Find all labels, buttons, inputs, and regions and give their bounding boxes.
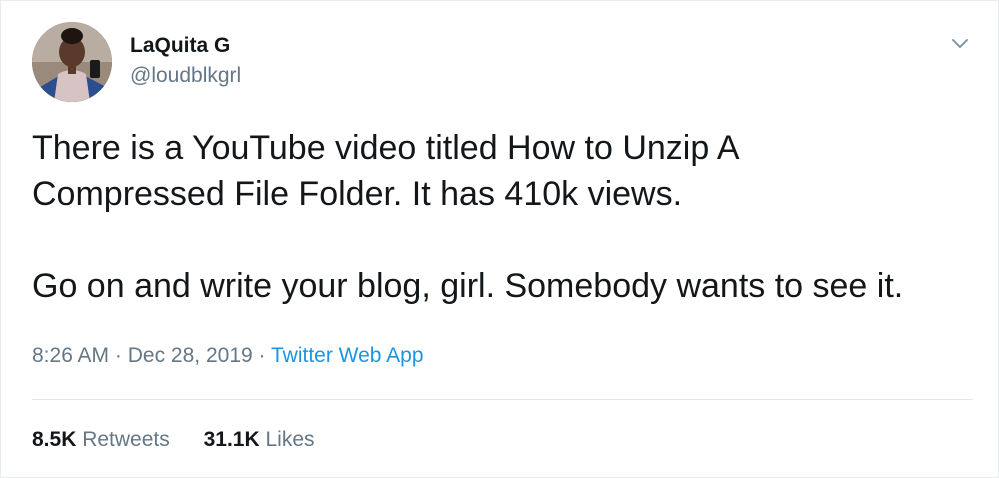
likes-label: Likes — [265, 428, 315, 451]
meta-separator: · — [258, 344, 266, 367]
tweet-stats: 8.5K Retweets 31.1K Likes — [32, 428, 315, 452]
retweets-label: Retweets — [82, 428, 170, 451]
tweet-card: LaQuita G @loudblkgrl There is a YouTube… — [0, 0, 999, 478]
tweet-text: There is a YouTube video titled How to U… — [32, 125, 972, 309]
tweet-date[interactable]: Dec 28, 2019 — [128, 344, 253, 367]
tweet-source-link[interactable]: Twitter Web App — [271, 344, 424, 367]
chevron-down-icon — [952, 39, 968, 48]
tweet-meta: 8:26 AM · Dec 28, 2019 · Twitter Web App — [32, 344, 424, 368]
display-name[interactable]: LaQuita G — [130, 34, 230, 58]
likes-count: 31.1K — [203, 428, 260, 451]
retweets-stat[interactable]: 8.5K Retweets — [32, 428, 170, 452]
profile-photo — [32, 22, 112, 102]
likes-stat[interactable]: 31.1K Likes — [204, 428, 315, 452]
tweet-line: There is a YouTube video titled How to U… — [32, 129, 740, 167]
user-handle[interactable]: @loudblkgrl — [130, 64, 241, 88]
more-options-button[interactable] — [945, 29, 975, 59]
avatar[interactable] — [32, 22, 112, 102]
tweet-line: Compressed File Folder. It has 410k view… — [32, 175, 683, 213]
meta-separator: · — [114, 344, 122, 367]
tweet-line: Go on and write your blog, girl. Somebod… — [32, 267, 904, 305]
tweet-time[interactable]: 8:26 AM — [32, 344, 109, 367]
divider — [32, 399, 973, 400]
retweets-count: 8.5K — [32, 428, 77, 451]
